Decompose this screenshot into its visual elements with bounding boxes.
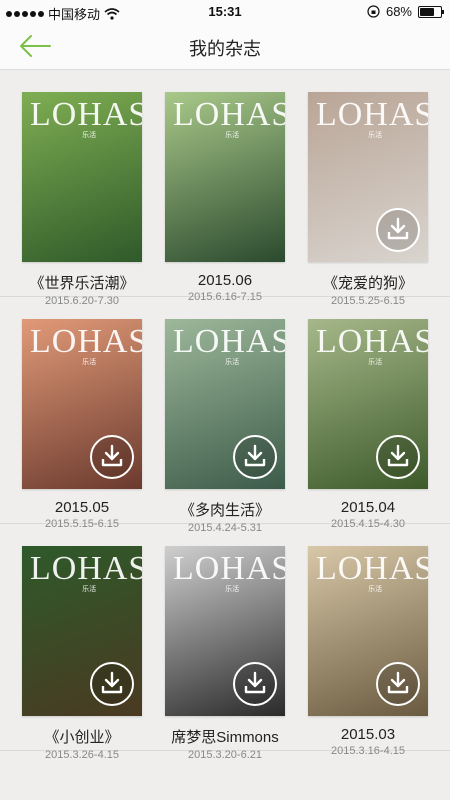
download-icon[interactable] [90,662,134,706]
magazine-cover[interactable]: LOHAS 乐活 [165,546,285,716]
cover-logo: LOHAS 乐活 [173,550,285,594]
magazine-row: LOHAS 乐活《小创业》 2015.3.26-4.15 LOHAS 乐活席梦思Simm… [0,524,450,761]
magazine-cover[interactable]: LOHAS 乐活 [165,92,285,262]
cover-logo: LOHAS 乐活 [173,323,285,367]
download-icon[interactable] [90,435,134,479]
cover-logo-text: LOHAS [316,550,428,587]
status-right: 68% [367,4,444,19]
magazine-title: 2015.05 [54,499,110,516]
cover-logo-text: LOHAS [173,550,285,587]
download-icon[interactable] [376,662,420,706]
magazine-item[interactable]: LOHAS 乐活 《世界乐活潮》 2015.6.20-7.30 [22,92,142,307]
cover-logo: LOHAS 乐活 [30,550,142,594]
download-icon[interactable] [233,662,277,706]
magazine-item[interactable]: LOHAS 乐活 《多肉生活》 2015.4.24-5.31 [165,319,285,534]
cover-logo: LOHAS 乐活 [30,96,142,140]
magazine-item[interactable]: LOHAS 乐活 2015.05 2015.5.15-6.15 [22,319,142,530]
cover-logo-text: LOHAS [316,323,428,360]
battery-percent: 68% [385,4,412,19]
magazine-item[interactable]: LOHAS 乐活 2015.04 2015.4.15-4.30 [308,319,428,530]
cover-logo: LOHAS 乐活 [316,96,428,140]
cover-logo-text: LOHAS [316,96,428,133]
magazine-title: 席梦思Simmons [171,729,279,746]
download-icon[interactable] [376,208,420,252]
magazine-cover[interactable]: LOHAS 乐活 [22,546,142,716]
magazine-row: LOHAS 乐活 2015.05 2015.5.15-6.15 LOHAS 乐活 《多肉生活… [0,297,450,534]
magazine-cover[interactable]: LOHAS 乐活 [308,92,428,262]
cover-logo-text: LOHAS [173,323,285,360]
cover-logo: LOHAS 乐活 [316,550,428,594]
magazine-title: 《小创业》 [44,729,120,746]
page-title: 我的杂志 [189,39,261,59]
magazine-cover[interactable]: LOHAS 乐活 [22,92,142,262]
cover-logo: LOHAS 乐活 [173,96,285,140]
magazine-date: 2015.3.20-6.21 [187,749,262,761]
cover-logo-text: LOHAS [30,550,142,587]
magazine-item[interactable]: LOHAS 乐活《小创业》 2015.3.26-4.15 [22,546,142,761]
cover-logo: LOHAS 乐活 [30,323,142,367]
status-bar: 中国移动 15:31 68% [0,0,450,24]
cover-logo-text: LOHAS [173,96,285,133]
magazine-date: 2015.3.26-4.15 [44,749,119,761]
magazine-item[interactable]: LOHAS 乐活 2015.03 2015.3.16-4.15 [308,546,428,757]
rotation-lock-icon [367,5,380,18]
magazine-title: 《世界乐活潮》 [29,275,135,292]
magazine-item[interactable]: LOHAS 乐活 2015.06 2015.6.16-7.15 [165,92,285,303]
magazine-title: 《宠爱的狗》 [322,275,413,292]
magazine-title: 2015.06 [197,272,253,289]
magazine-cover[interactable]: LOHAS 乐活 [165,319,285,489]
cover-logo: LOHAS 乐活 [316,323,428,367]
download-icon[interactable] [233,435,277,479]
magazine-date: 2015.3.16-4.15 [330,745,405,757]
magazine-cover[interactable]: LOHAS 乐活 [22,319,142,489]
download-icon[interactable] [376,435,420,479]
magazine-title: 2015.03 [340,726,396,743]
battery-icon [418,5,444,18]
magazine-title: 《多肉生活》 [179,502,270,519]
nav-bar: 我的杂志 [0,24,450,70]
magazine-item[interactable]: LOHAS 乐活席梦思Simmons 2015.3.20-6.21 [165,546,285,761]
magazine-row: LOHAS 乐活 《世界乐活潮》 2015.6.20-7.30 LOHAS 乐活 2015.… [0,70,450,307]
magazine-cover[interactable]: LOHAS 乐活 [308,546,428,716]
magazine-title: 2015.04 [340,499,396,516]
magazine-cover[interactable]: LOHAS 乐活 [308,319,428,489]
magazine-item[interactable]: LOHAS 乐活 《宠爱的狗》 2015.5.25-6.15 [308,92,428,307]
cover-logo-text: LOHAS [30,323,142,360]
cover-logo-text: LOHAS [30,96,142,133]
